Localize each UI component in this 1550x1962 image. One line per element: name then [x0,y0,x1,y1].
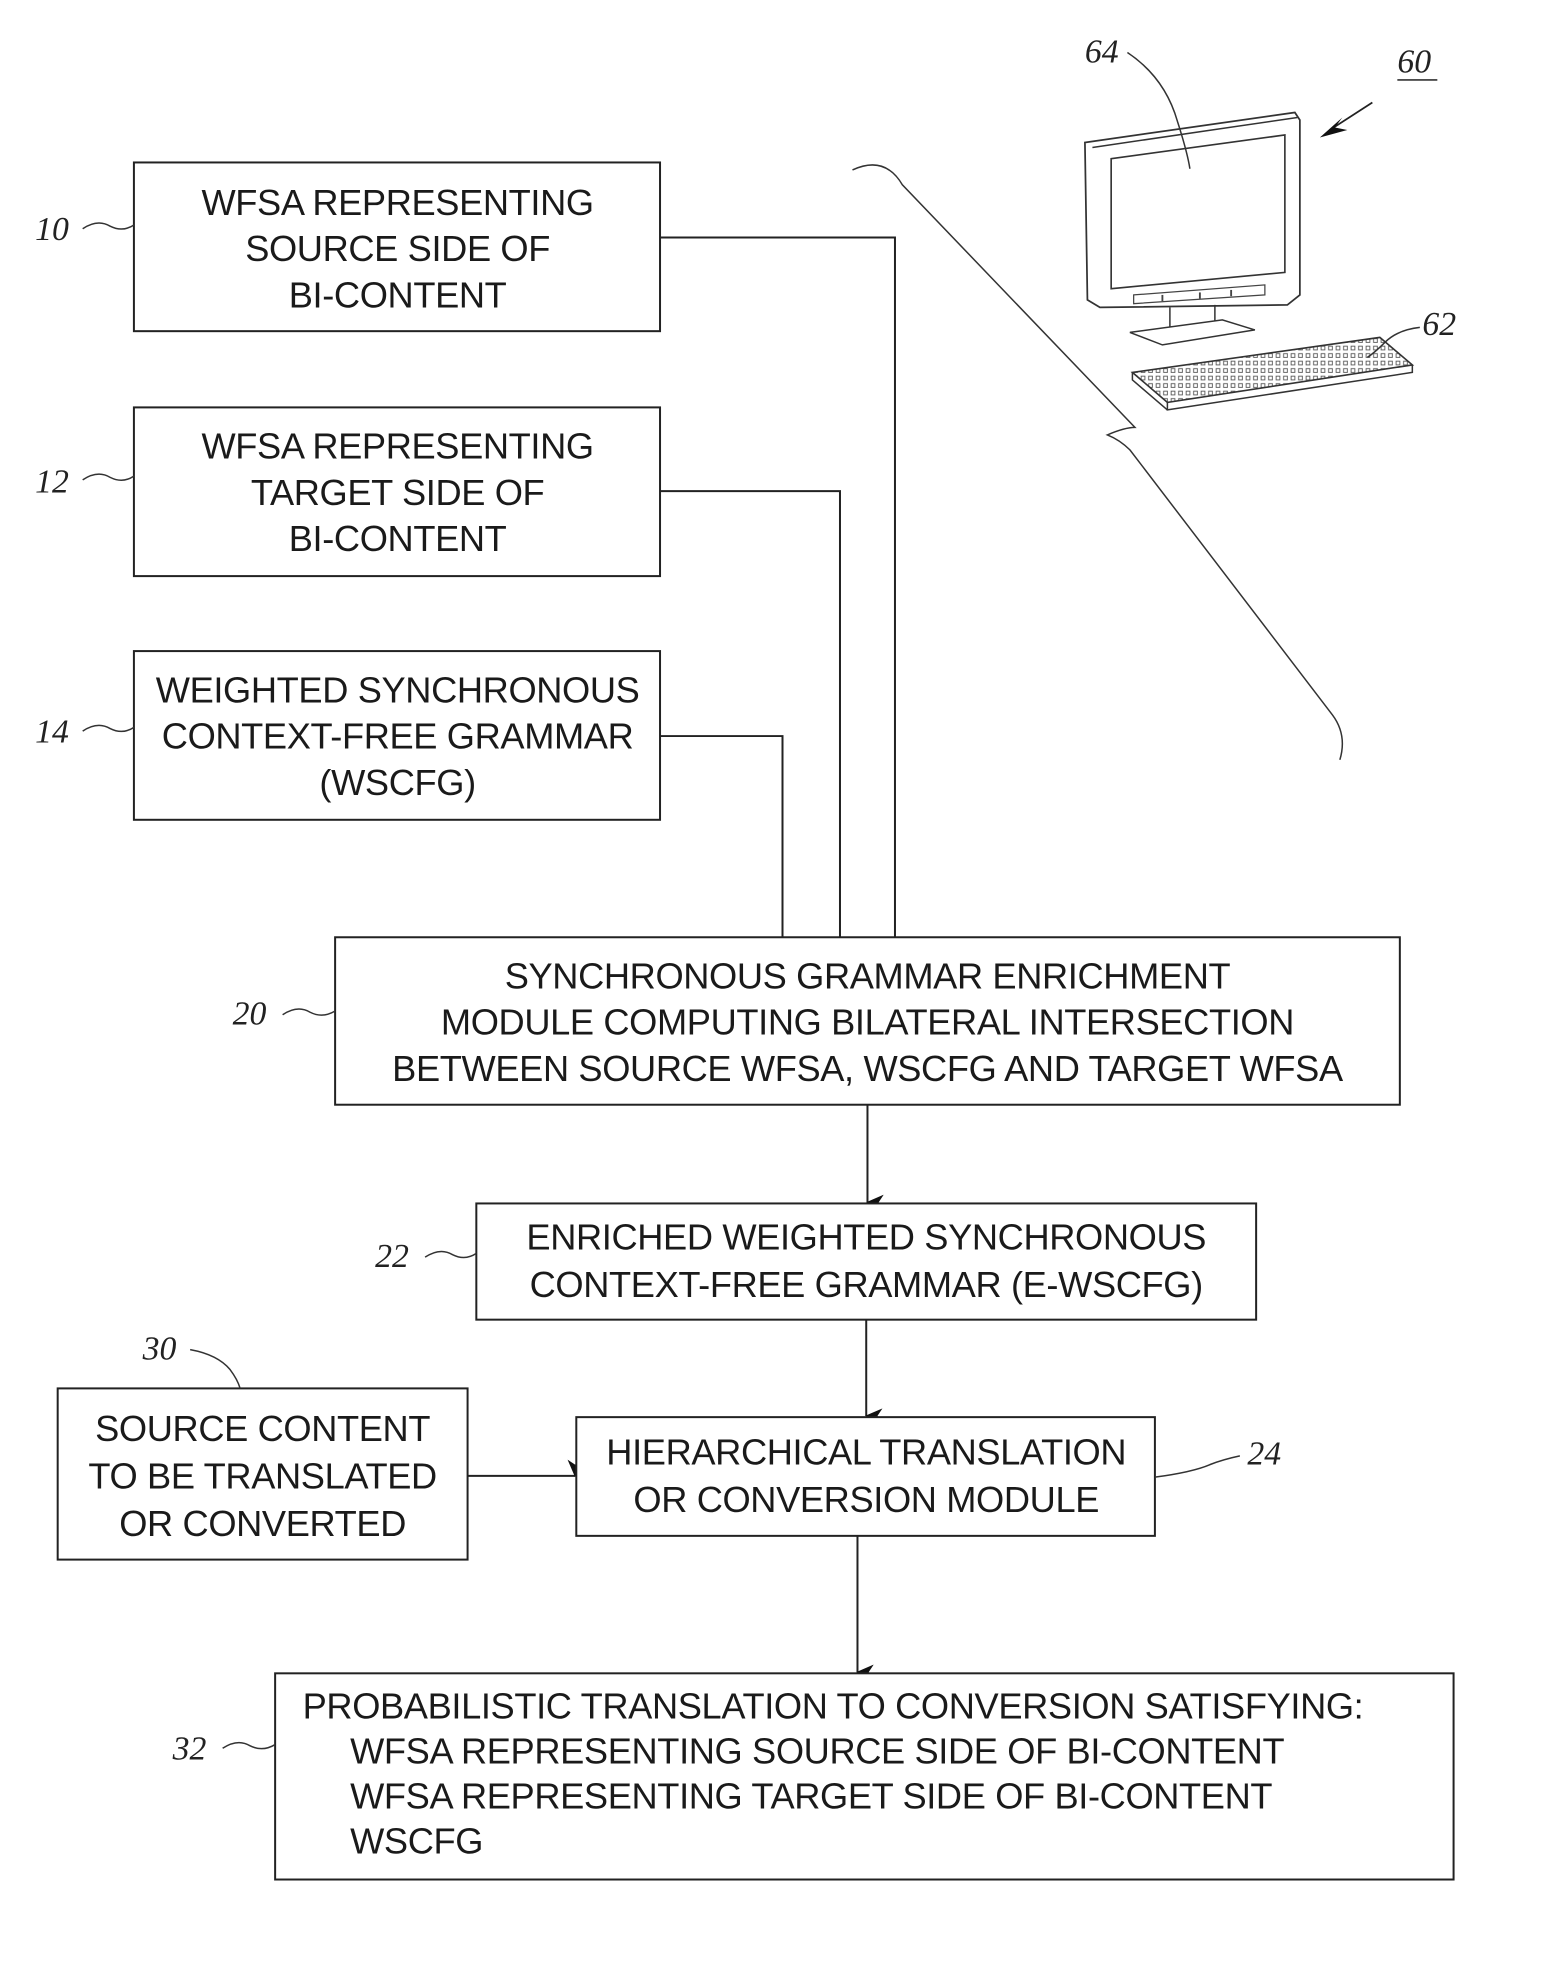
ref-label-64: 64 [1085,33,1119,70]
keyboard-icon [1130,336,1415,404]
ref-60-arrow-shaft [1329,101,1373,131]
ref-label-62: 62 [1422,306,1456,343]
box-30-line-3: OR CONVERTED [119,1503,406,1544]
box-10-line-2: SOURCE SIDE OF [245,228,550,269]
box-32-line-2: WFSA REPRESENTING SOURCE SIDE OF BI-CONT… [350,1730,1284,1771]
box-22-line-1: ENRICHED WEIGHTED SYNCHRONOUS [526,1217,1206,1258]
leader-line-14 [82,724,135,733]
patent-flow-diagram: WFSA REPRESENTING SOURCE SIDE OF BI-CONT… [35,33,1456,1881]
ref-label-30: 30 [142,1331,177,1368]
box-32-probabilistic-translation: PROBABILISTIC TRANSLATION TO CONVERSION … [274,1672,1455,1881]
box-20-line-1: SYNCHRONOUS GRAMMAR ENRICHMENT [505,955,1231,996]
box-24-translation-module: HIERARCHICAL TRANSLATION OR CONVERSION M… [575,1416,1156,1537]
box-22-enriched-wscfg: ENRICHED WEIGHTED SYNCHRONOUS CONTEXT-FR… [475,1202,1258,1321]
box-30-source-content: SOURCE CONTENT TO BE TRANSLATED OR CONVE… [56,1387,469,1561]
ref-label-32: 32 [172,1731,207,1768]
leader-line-10 [82,222,135,230]
computer-illustration [1084,111,1415,411]
box-20-line-2: MODULE COMPUTING BILATERAL INTERSECTION [441,1002,1294,1043]
box-10-line-3: BI-CONTENT [289,274,507,315]
ref-label-60: 60 [1397,43,1431,80]
ref-label-22: 22 [375,1238,409,1275]
arrow-12-to-20 [660,490,857,958]
box-14-line-2: CONTEXT-FREE GRAMMAR [162,716,634,757]
arrow-14-to-20 [660,735,799,958]
box-14-line-3: (WSCFG) [319,762,475,803]
box-20-enrichment-module: SYNCHRONOUS GRAMMAR ENRICHMENT MODULE CO… [334,936,1401,1106]
box-22-line-2: CONTEXT-FREE GRAMMAR (E-WSCFG) [530,1264,1203,1305]
arrow-10-to-20 [660,236,912,958]
box-24-line-1: HIERARCHICAL TRANSLATION [606,1432,1126,1473]
box-12-line-3: BI-CONTENT [289,518,507,559]
box-14-wscfg: WEIGHTED SYNCHRONOUS CONTEXT-FREE GRAMMA… [132,650,662,821]
box-32-line-4: WSCFG [350,1820,483,1861]
leader-line-12 [82,473,135,481]
leader-line-24 [1154,1455,1241,1478]
box-24-line-2: OR CONVERSION MODULE [633,1479,1099,1520]
leader-line-20 [282,1008,336,1016]
box-30-line-1: SOURCE CONTENT [95,1408,430,1449]
box-32-line-1: PROBABILISTIC TRANSLATION TO CONVERSION … [303,1685,1364,1726]
ref-label-10: 10 [35,211,69,248]
box-10-line-1: WFSA REPRESENTING [201,182,593,223]
box-12-target-wfsa: WFSA REPRESENTING TARGET SIDE OF BI-CONT… [132,406,662,578]
leader-line-30 [190,1348,241,1389]
box-20-line-3: BETWEEN SOURCE WFSA, WSCFG AND TARGET WF… [392,1048,1344,1089]
monitor-screen [1110,134,1286,290]
ref-label-14: 14 [35,713,69,750]
ref-label-20: 20 [233,996,267,1033]
monitor-stand [1129,319,1256,346]
leader-line-32 [222,1741,276,1750]
box-32-line-3: WFSA REPRESENTING TARGET SIDE OF BI-CONT… [350,1775,1272,1816]
ref-label-24: 24 [1247,1436,1281,1473]
box-10-source-wfsa: WFSA REPRESENTING SOURCE SIDE OF BI-CONT… [132,161,662,333]
box-12-line-1: WFSA REPRESENTING [201,426,593,467]
leader-line-22 [424,1250,477,1259]
box-14-line-1: WEIGHTED SYNCHRONOUS [156,669,640,710]
ref-label-12: 12 [35,463,69,500]
box-30-line-2: TO BE TRANSLATED [88,1455,436,1496]
box-12-line-2: TARGET SIDE OF [251,472,544,513]
